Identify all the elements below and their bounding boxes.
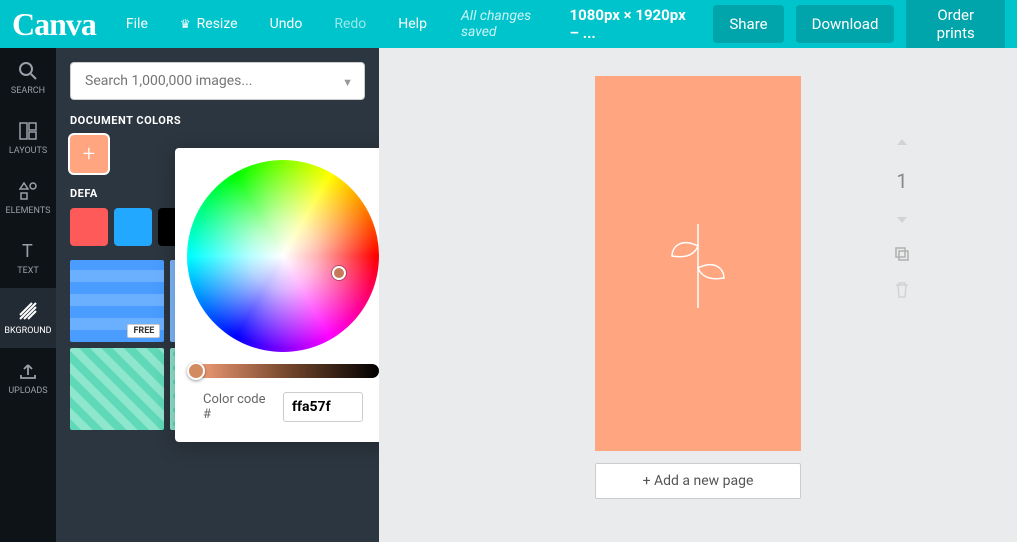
rail-layouts-label: LAYOUTS bbox=[9, 146, 47, 156]
elements-icon bbox=[17, 180, 39, 202]
page-up-icon[interactable] bbox=[891, 133, 913, 155]
chevron-down-icon[interactable]: ▼ bbox=[342, 76, 353, 89]
order-prints-button[interactable]: Order prints bbox=[906, 0, 1005, 52]
rail-layouts[interactable]: LAYOUTS bbox=[0, 108, 56, 168]
rail-text[interactable]: T TEXT bbox=[0, 228, 56, 288]
rail-uploads-label: UPLOADS bbox=[8, 386, 47, 396]
resize-label: Resize bbox=[197, 16, 238, 32]
file-menu[interactable]: File bbox=[112, 8, 162, 40]
layouts-icon bbox=[17, 120, 39, 142]
search-input[interactable] bbox=[70, 62, 365, 100]
color-wheel[interactable] bbox=[187, 160, 379, 352]
background-icon bbox=[17, 300, 39, 322]
rail-elements-label: ELEMENTS bbox=[6, 206, 51, 216]
brightness-handle[interactable] bbox=[187, 362, 205, 380]
canva-logo: Canva bbox=[12, 6, 96, 43]
color-swatch[interactable] bbox=[70, 208, 108, 246]
add-page-button[interactable]: + Add a new page bbox=[595, 463, 801, 499]
color-code-label: Color code # bbox=[203, 392, 275, 422]
rail-uploads[interactable]: UPLOADS bbox=[0, 348, 56, 408]
help-menu[interactable]: Help bbox=[384, 8, 441, 40]
share-button[interactable]: Share bbox=[713, 5, 783, 43]
rail-background[interactable]: BKGROUND bbox=[0, 288, 56, 348]
delete-page-icon[interactable] bbox=[891, 279, 913, 301]
search-icon bbox=[17, 60, 39, 82]
canvas-dimensions[interactable]: 1080px × 1920px – ... bbox=[570, 6, 694, 42]
text-icon: T bbox=[17, 240, 39, 262]
design-canvas[interactable] bbox=[595, 76, 801, 451]
undo-menu[interactable]: Undo bbox=[256, 8, 317, 40]
copy-page-icon[interactable] bbox=[891, 243, 913, 265]
uploads-icon bbox=[17, 360, 39, 382]
save-status: All changes saved bbox=[453, 0, 562, 48]
color-swatch[interactable] bbox=[114, 208, 152, 246]
crown-icon: ♛ bbox=[180, 17, 191, 31]
rail-search[interactable]: SEARCH bbox=[0, 48, 56, 108]
rail-text-label: TEXT bbox=[17, 266, 39, 276]
rail-search-label: SEARCH bbox=[11, 86, 45, 96]
free-tag: FREE bbox=[127, 324, 160, 338]
rail-background-label: BKGROUND bbox=[4, 326, 51, 336]
color-code-input[interactable] bbox=[283, 392, 363, 422]
page-down-icon[interactable] bbox=[891, 207, 913, 229]
brightness-slider[interactable] bbox=[187, 364, 379, 378]
add-color-swatch[interactable]: + bbox=[70, 135, 108, 173]
resize-menu[interactable]: ♛ Resize bbox=[166, 8, 252, 40]
color-picker-popover: Color code # bbox=[175, 148, 379, 442]
background-tile[interactable]: FREE bbox=[70, 260, 164, 342]
svg-text:T: T bbox=[22, 241, 33, 261]
rail-elements[interactable]: ELEMENTS bbox=[0, 168, 56, 228]
page-number: 1 bbox=[896, 169, 907, 193]
doc-colors-label: DOCUMENT COLORS bbox=[70, 114, 365, 127]
color-wheel-handle[interactable] bbox=[332, 266, 346, 280]
download-button[interactable]: Download bbox=[796, 5, 895, 43]
plant-graphic bbox=[662, 216, 734, 312]
background-tile[interactable] bbox=[70, 348, 164, 430]
redo-menu[interactable]: Redo bbox=[320, 8, 380, 40]
